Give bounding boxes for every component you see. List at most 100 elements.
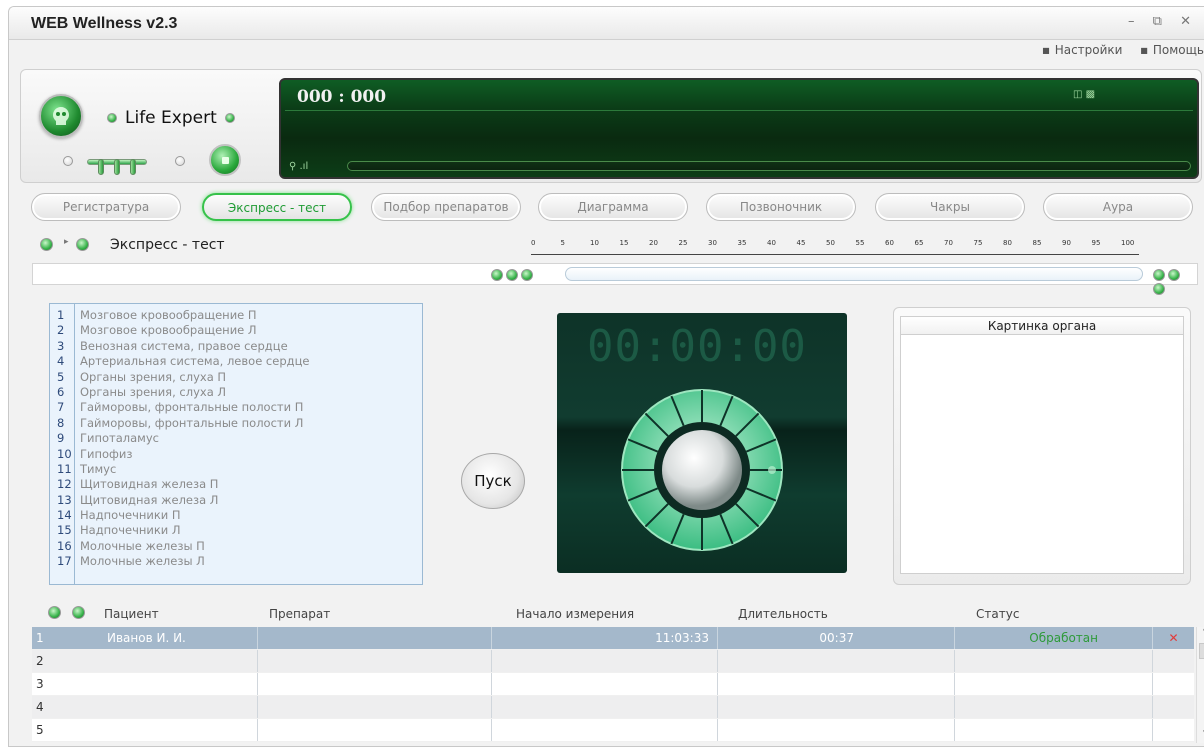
organ-name: Тимус xyxy=(80,461,117,476)
menu-help[interactable]: Помощь xyxy=(1140,43,1204,57)
col-start[interactable]: Начало измерения xyxy=(516,607,634,621)
tab-drug-selection[interactable]: Подбор препаратов xyxy=(371,193,521,221)
scroll-up-icon[interactable]: ˄ xyxy=(1197,627,1204,641)
close-button[interactable]: ✕ xyxy=(1180,14,1198,29)
cell-duration xyxy=(718,719,955,741)
slider-knob[interactable] xyxy=(98,159,104,175)
organ-list-item[interactable]: 13 Щитовидная железа Л xyxy=(50,493,422,508)
cell-start xyxy=(492,696,718,718)
organ-list-item[interactable]: 7 Гайморовы, фронтальные полости П xyxy=(50,400,422,415)
cell-status xyxy=(955,696,1153,718)
table-row[interactable]: 5 xyxy=(32,719,1194,742)
scale-button-icon[interactable] xyxy=(1168,268,1180,281)
table-add-icon[interactable] xyxy=(72,606,85,619)
table-collapse-icon[interactable] xyxy=(48,606,61,619)
col-status[interactable]: Статус xyxy=(976,607,1019,621)
col-drug[interactable]: Препарат xyxy=(269,607,330,621)
organ-list-item[interactable]: 4 Артериальная система, левое сердце xyxy=(50,354,422,369)
organ-list[interactable]: 1 Мозговое кровообращение П 2 Мозговое кров… xyxy=(49,303,423,585)
organ-list-item[interactable]: 10 Гипофиз xyxy=(50,447,422,462)
menu-settings[interactable]: Настройки xyxy=(1042,43,1123,57)
device-brand: Life Expert xyxy=(107,108,235,128)
scroll-thumb[interactable] xyxy=(1199,643,1204,659)
organ-name: Молочные железы П xyxy=(80,538,205,553)
organ-list-item[interactable]: 6 Органы зрения, слуха Л xyxy=(50,385,422,400)
tab-diagram[interactable]: Диаграмма xyxy=(538,193,688,221)
organ-list-item[interactable]: 2 Мозговое кровообращение Л xyxy=(50,323,422,338)
organ-number: 16 xyxy=(57,538,72,553)
brand-led-right-icon xyxy=(224,113,235,123)
organ-list-item[interactable]: 9 Гипоталамус xyxy=(50,431,422,446)
delete-icon[interactable] xyxy=(1153,650,1194,672)
organ-name: Надпочечники П xyxy=(80,508,181,523)
col-patient[interactable]: Пациент xyxy=(104,607,159,621)
row-number: 2 xyxy=(36,654,44,668)
slider-knob[interactable] xyxy=(114,159,120,175)
slider-knob[interactable] xyxy=(130,159,136,175)
display-mode-icon[interactable]: ◫ ▩ xyxy=(1073,89,1101,101)
cell-start xyxy=(492,650,718,672)
organ-list-item[interactable]: 5 Органы зрения, слуха П xyxy=(50,370,422,385)
scale-button-icon[interactable] xyxy=(506,268,518,281)
tab-registry[interactable]: Регистратура xyxy=(31,193,181,221)
organ-number: 10 xyxy=(57,446,72,461)
scale-slider[interactable] xyxy=(565,267,1143,281)
scale-button-icon[interactable] xyxy=(1153,268,1165,281)
ruler-tick-label: 90 xyxy=(1062,239,1071,247)
organ-name: Гайморовы, фронтальные полости П xyxy=(80,400,304,415)
delete-icon[interactable] xyxy=(1153,696,1194,718)
col-duration[interactable]: Длительность xyxy=(738,607,828,621)
restore-button[interactable]: ⧉ xyxy=(1153,14,1169,29)
power-button[interactable] xyxy=(209,144,241,176)
delete-icon[interactable] xyxy=(1153,719,1194,741)
organ-list-item[interactable]: 15 Надпочечники Л xyxy=(50,523,422,538)
cell-drug xyxy=(258,650,492,672)
organ-name: Молочные железы Л xyxy=(80,554,205,569)
collapse-icon[interactable] xyxy=(40,238,53,251)
table-row[interactable]: 2 xyxy=(32,650,1194,673)
organ-name: Гайморовы, фронтальные полости Л xyxy=(80,415,304,430)
delete-icon[interactable] xyxy=(1153,673,1194,695)
cell-start: 11:03:33 xyxy=(492,627,718,649)
organ-list-item[interactable]: 3 Венозная система, правое сердце xyxy=(50,339,422,354)
organ-list-item[interactable]: 14 Надпочечники П xyxy=(50,508,422,523)
scroll-down-icon[interactable]: ˅ xyxy=(1197,730,1204,741)
organ-number: 2 xyxy=(57,323,65,338)
start-button[interactable]: Пуск xyxy=(461,453,525,509)
organ-number: 6 xyxy=(57,384,65,399)
ruler-tick-label: 30 xyxy=(708,239,717,247)
cell-start xyxy=(492,673,718,695)
organ-list-item[interactable]: 12 Щитовидная железа П xyxy=(50,477,422,492)
organ-list-item[interactable]: 8 Гайморовы, фронтальные полости Л xyxy=(50,416,422,431)
ruler-tick-label: 80 xyxy=(1003,239,1012,247)
organ-list-item[interactable]: 16 Молочные железы П xyxy=(50,539,422,554)
delete-icon[interactable]: ✕ xyxy=(1153,627,1194,649)
tab-express-test[interactable]: Экспресс - тест xyxy=(202,193,352,221)
minimize-button[interactable]: – xyxy=(1128,14,1142,29)
table-row[interactable]: 4 xyxy=(32,696,1194,719)
organ-name: Органы зрения, слуха Л xyxy=(80,384,227,399)
ruler-tick-label: 15 xyxy=(619,239,629,247)
ruler-tick-label: 5 xyxy=(560,239,565,247)
tab-chakras[interactable]: Чакры xyxy=(875,193,1025,221)
scale-button-icon[interactable] xyxy=(491,268,503,281)
device-logo-icon[interactable] xyxy=(39,94,83,138)
organ-number: 13 xyxy=(57,492,72,507)
cell-drug xyxy=(258,696,492,718)
scale-button-icon[interactable] xyxy=(521,268,533,281)
cell-patient: 2 xyxy=(32,650,258,672)
organ-number: 7 xyxy=(57,400,65,415)
slider-track[interactable] xyxy=(87,159,147,175)
scale-button-icon[interactable] xyxy=(1153,282,1165,295)
organ-number: 5 xyxy=(57,369,65,384)
table-scrollbar[interactable]: ˄ ˅ xyxy=(1196,627,1204,743)
tab-aura[interactable]: Аура xyxy=(1043,193,1193,221)
tab-spine[interactable]: Позвоночник xyxy=(706,193,856,221)
organ-list-item[interactable]: 11 Тимус xyxy=(50,462,422,477)
display-progress-bar xyxy=(347,161,1191,171)
organ-list-item[interactable]: 17 Молочные железы Л xyxy=(50,554,422,569)
table-row[interactable]: 1 Иванов И. И. 11:03:33 00:37 Обработан ✕ xyxy=(32,627,1194,650)
add-icon[interactable] xyxy=(76,238,89,251)
organ-list-item[interactable]: 1 Мозговое кровообращение П xyxy=(50,308,422,323)
table-row[interactable]: 3 xyxy=(32,673,1194,696)
